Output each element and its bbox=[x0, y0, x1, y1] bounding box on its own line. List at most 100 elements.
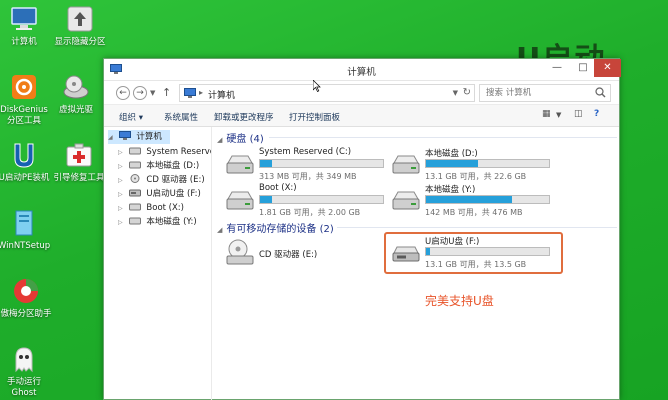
forward-button[interactable]: → bbox=[133, 86, 147, 100]
drive-x[interactable]: Boot (X:) 1.81 GB 可用，共 2.00 GB bbox=[225, 183, 385, 219]
desktop-icon-show-partitions[interactable]: 显示隐藏分区 bbox=[48, 4, 112, 48]
search-box[interactable] bbox=[479, 84, 611, 102]
chevron-right-icon[interactable]: ▷ bbox=[118, 174, 126, 188]
chevron-down-icon[interactable]: ◢ bbox=[108, 131, 116, 145]
chevron-right-icon: ▸ bbox=[199, 88, 204, 97]
drive-icon bbox=[128, 146, 141, 155]
capacity-fill bbox=[260, 196, 273, 203]
window-title: 计算机 bbox=[347, 67, 376, 78]
desktop-icon-diskgenius[interactable]: DiskGenius 分区工具 bbox=[0, 72, 52, 127]
explorer-window: 计算机 — □ ✕ ← → ▼ ↑ ▸ 计算机 ▼ ↻ 组织 ▾ 系统属性 卸载… bbox=[103, 58, 621, 400]
nav-item-drive-d[interactable]: ▷ 本地磁盘 (D:) bbox=[118, 159, 199, 173]
capacity-bar bbox=[425, 195, 550, 204]
back-button[interactable]: ← bbox=[116, 86, 130, 100]
arrow-right-icon: → bbox=[136, 88, 144, 98]
system-properties-button[interactable]: 系统属性 bbox=[164, 111, 198, 123]
ghost-icon bbox=[9, 344, 39, 374]
organize-menu[interactable]: 组织 ▾ bbox=[119, 111, 143, 123]
navigation-pane: ◢ 计算机 ▷ System Reserved (C ▷ 本地磁盘 (D:) ▷… bbox=[104, 127, 212, 400]
drive-size: 13.1 GB 可用，共 22.6 GB bbox=[425, 172, 527, 181]
chevron-down-icon[interactable]: ◢ bbox=[217, 226, 222, 234]
nav-item-computer[interactable]: ◢ 计算机 bbox=[108, 130, 170, 144]
annotation-text: 完美支持U盘 bbox=[425, 294, 494, 308]
drive-y[interactable]: 本地磁盘 (Y:) 142 MB 可用，共 476 MB bbox=[391, 183, 551, 219]
computer-icon bbox=[184, 88, 196, 98]
drive-icon bbox=[128, 160, 141, 169]
drive-size: 1.81 GB 可用，共 2.00 GB bbox=[259, 208, 361, 217]
nav-item-drive-x[interactable]: ▷ Boot (X:) bbox=[118, 201, 184, 215]
capacity-bar bbox=[259, 195, 384, 204]
drive-icon bbox=[128, 202, 141, 211]
capacity-fill bbox=[260, 160, 273, 167]
drive-size: 313 MB 可用，共 349 MB bbox=[259, 172, 357, 181]
up-button[interactable]: ↑ bbox=[162, 86, 171, 99]
refresh-icon[interactable]: ↻ bbox=[463, 87, 471, 98]
cd-drive-icon bbox=[225, 239, 255, 265]
nav-item-drive-c[interactable]: ▷ System Reserved (C bbox=[118, 145, 211, 160]
mouse-cursor-icon bbox=[312, 79, 321, 92]
hard-drive-icon bbox=[225, 153, 255, 177]
minimize-button[interactable]: — bbox=[544, 59, 570, 77]
chevron-right-icon[interactable]: ▷ bbox=[118, 216, 126, 230]
winntsetup-icon bbox=[9, 208, 39, 238]
open-control-panel-button[interactable]: 打开控制面板 bbox=[289, 111, 340, 123]
chevron-right-icon[interactable]: ▷ bbox=[118, 146, 126, 160]
close-button[interactable]: ✕ bbox=[594, 59, 621, 77]
group-divider bbox=[269, 137, 617, 138]
capacity-fill bbox=[426, 196, 513, 203]
maximize-button[interactable]: □ bbox=[570, 59, 596, 77]
chevron-down-icon[interactable]: ▼ bbox=[556, 111, 561, 119]
partition-toggle-icon bbox=[65, 4, 95, 34]
aomei-icon bbox=[11, 276, 41, 306]
drive-name: 本地磁盘 (D:) bbox=[425, 149, 478, 159]
group-header-removable[interactable]: ◢ 有可移动存储的设备 (2) bbox=[217, 220, 334, 235]
first-aid-icon bbox=[64, 140, 94, 170]
chevron-right-icon[interactable]: ▷ bbox=[118, 188, 126, 202]
drive-c[interactable]: System Reserved (C:) 313 MB 可用，共 349 MB bbox=[225, 147, 385, 183]
nav-item-cd-drive-e[interactable]: ▷ CD 驱动器 (E:) bbox=[118, 173, 205, 187]
hard-drive-icon bbox=[391, 189, 421, 213]
nav-item-drive-y[interactable]: ▷ 本地磁盘 (Y:) bbox=[118, 215, 197, 229]
desktop-icon-virtual-drive[interactable]: 虚拟光驱 bbox=[48, 72, 104, 116]
chevron-right-icon[interactable]: ▷ bbox=[118, 160, 126, 174]
desktop-icon-computer[interactable]: 计算机 bbox=[0, 4, 52, 48]
hard-drive-icon bbox=[391, 153, 421, 177]
capacity-bar bbox=[425, 159, 550, 168]
virtual-drive-icon bbox=[61, 72, 91, 102]
desktop-icon-winntsetup[interactable]: WinNTSetup bbox=[0, 208, 52, 252]
uninstall-program-button[interactable]: 卸载或更改程序 bbox=[214, 111, 274, 123]
usb-highlight-box bbox=[384, 232, 563, 274]
cd-drive-icon bbox=[129, 174, 141, 183]
address-input[interactable]: ▸ 计算机 ▼ ↻ bbox=[179, 84, 475, 102]
computer-icon bbox=[118, 131, 131, 140]
arrow-up-icon: ↑ bbox=[162, 86, 172, 99]
help-icon[interactable]: ? bbox=[594, 109, 599, 119]
drive-size: 142 MB 可用，共 476 MB bbox=[425, 208, 523, 217]
breadcrumb[interactable]: 计算机 bbox=[208, 88, 235, 101]
chevron-down-icon[interactable]: ▼ bbox=[453, 89, 458, 97]
arrow-left-icon: ← bbox=[119, 88, 127, 98]
address-bar: ← → ▼ ↑ ▸ 计算机 ▼ ↻ bbox=[104, 81, 619, 105]
chevron-down-icon[interactable]: ◢ bbox=[217, 136, 222, 144]
desktop-icon-aomei-partition[interactable]: 傲梅分区助手 bbox=[0, 276, 56, 320]
title-bar[interactable]: 计算机 — □ ✕ bbox=[104, 59, 621, 81]
group-header-hard-disks[interactable]: ◢ 硬盘 (4) bbox=[217, 130, 264, 145]
view-options-icon[interactable]: ▦ bbox=[542, 109, 551, 119]
capacity-fill bbox=[426, 160, 478, 167]
cd-drive-e[interactable]: CD 驱动器 (E:) bbox=[225, 239, 385, 269]
preview-pane-icon[interactable]: ◫ bbox=[574, 109, 583, 119]
diskgenius-icon bbox=[9, 72, 39, 102]
search-icon[interactable] bbox=[595, 87, 606, 98]
desktop-icon-pe-installer[interactable]: U启动PE装机 bbox=[0, 140, 52, 184]
desktop-icon-boot-repair[interactable]: 引导修复工具 bbox=[48, 140, 110, 184]
drive-d[interactable]: 本地磁盘 (D:) 13.1 GB 可用，共 22.6 GB bbox=[391, 147, 551, 183]
recent-locations-chevron-icon[interactable]: ▼ bbox=[150, 89, 155, 97]
search-input[interactable] bbox=[480, 85, 590, 101]
desktop-icon-ghost[interactable]: 手动运行 Ghost bbox=[0, 344, 52, 399]
drive-name: 本地磁盘 (Y:) bbox=[425, 185, 476, 195]
chevron-right-icon[interactable]: ▷ bbox=[118, 202, 126, 216]
computer-icon bbox=[9, 4, 39, 34]
command-bar: 组织 ▾ 系统属性 卸载或更改程序 打开控制面板 ▦ ▼ ◫ ? bbox=[104, 105, 619, 127]
nav-item-usb-drive-f[interactable]: ▷ U启动U盘 (F:) bbox=[118, 187, 201, 201]
hard-drive-icon bbox=[225, 189, 255, 213]
